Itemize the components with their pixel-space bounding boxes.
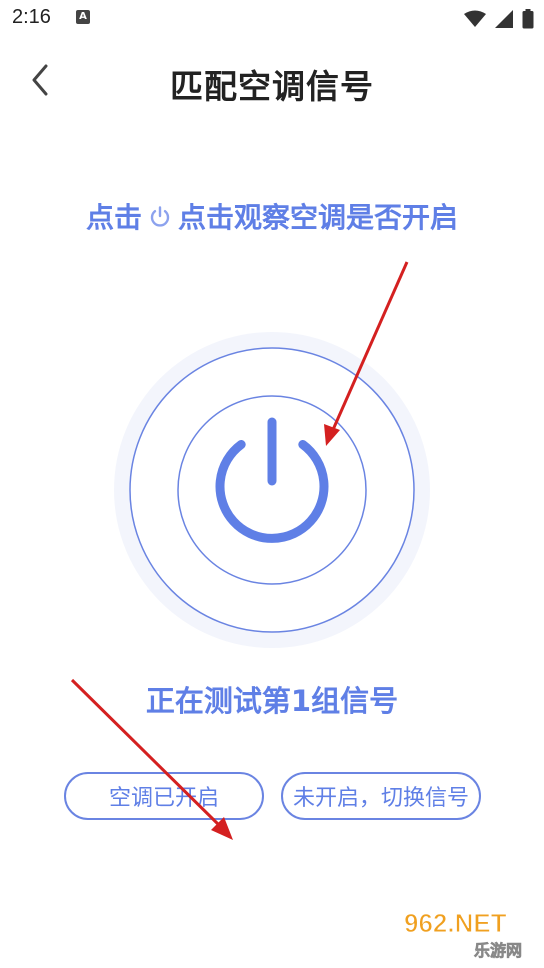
notification-icon: A xyxy=(76,10,90,24)
watermark-logo: 962.NET 乐游网 xyxy=(400,906,538,962)
signal-icon xyxy=(494,9,513,28)
power-button-area xyxy=(112,330,432,650)
ac-on-button[interactable]: 空调已开启 xyxy=(64,772,264,820)
testing-status-label: 正在测试第1组信号 xyxy=(145,684,399,718)
power-button[interactable] xyxy=(182,400,362,580)
power-icon xyxy=(148,203,172,236)
page-title: 匹配空调信号 xyxy=(170,67,374,106)
instruction-suffix: 点击观察空调是否开启 xyxy=(178,201,459,234)
watermark-brand: 962.NET xyxy=(404,908,507,938)
status-bar: 2:16 A xyxy=(0,0,544,36)
annotation-arrowhead-bottom xyxy=(211,817,233,840)
watermark-site: 乐游网 xyxy=(474,941,522,960)
wifi-icon xyxy=(463,10,486,27)
header: 匹配空调信号 xyxy=(0,48,544,112)
switch-signal-button[interactable]: 未开启，切换信号 xyxy=(281,772,481,820)
status-icons xyxy=(460,8,534,28)
status-time: 2:16 xyxy=(12,6,51,28)
battery-icon xyxy=(522,8,534,28)
instruction-prefix: 点击 xyxy=(85,201,142,234)
instruction-text: 点击 点击观察空调是否开启 xyxy=(0,196,544,236)
